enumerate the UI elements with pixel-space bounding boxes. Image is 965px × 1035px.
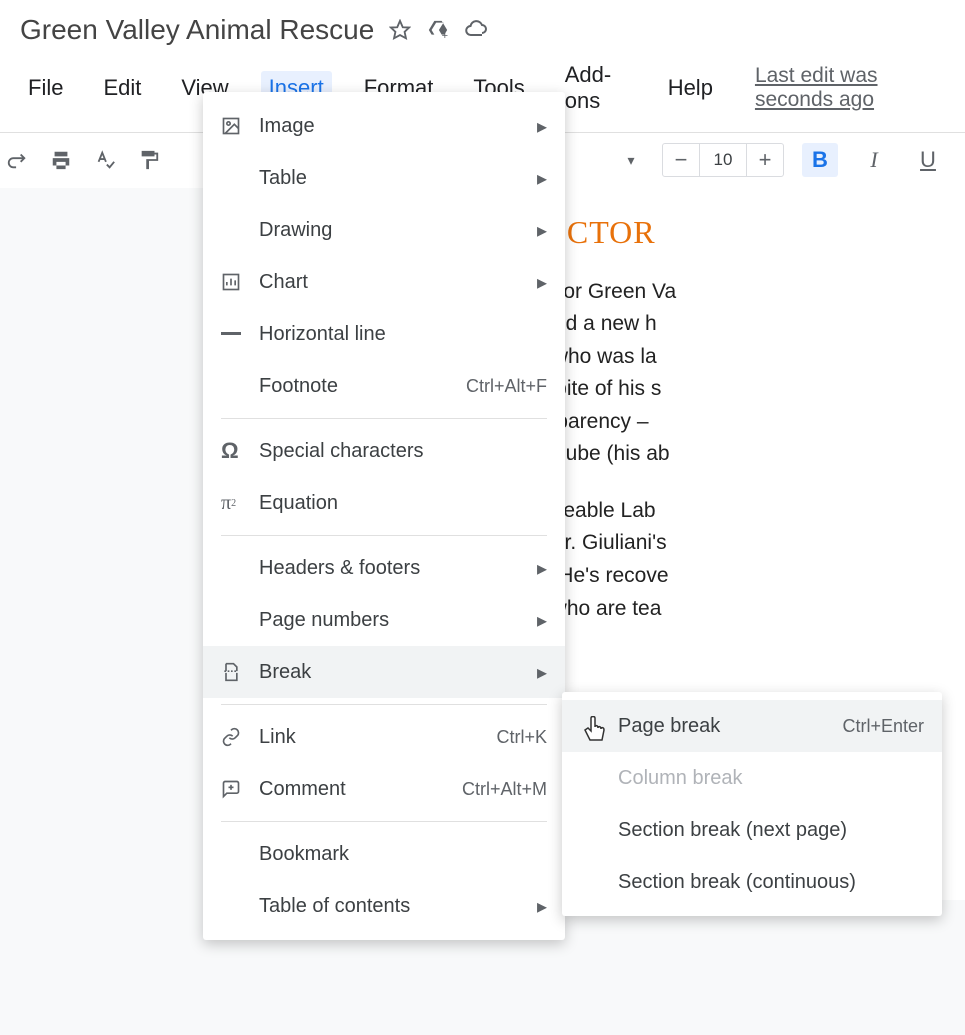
insert-horizontal-line[interactable]: Horizontal line (203, 308, 565, 360)
redo-icon[interactable] (4, 147, 30, 173)
insert-image[interactable]: Image ▸ (203, 100, 565, 152)
spellcheck-icon[interactable] (92, 147, 118, 173)
omega-icon: Ω (221, 438, 259, 464)
italic-button[interactable]: I (856, 143, 892, 177)
submenu-arrow-icon: ▸ (537, 556, 547, 581)
insert-headers-footers[interactable]: Headers & footers ▸ (203, 542, 565, 594)
break-column: Column break (562, 752, 942, 804)
insert-table[interactable]: Table ▸ (203, 152, 565, 204)
move-to-drive-icon[interactable]: + (426, 18, 450, 42)
menu-file[interactable]: File (20, 71, 71, 105)
document-title[interactable]: Green Valley Animal Rescue (20, 14, 374, 46)
insert-page-numbers[interactable]: Page numbers ▸ (203, 594, 565, 646)
insert-bookmark[interactable]: Bookmark (203, 828, 565, 880)
insert-break[interactable]: Break ▸ (203, 646, 565, 698)
insert-special-characters[interactable]: Ω Special characters (203, 425, 565, 477)
insert-link[interactable]: Link Ctrl+K (203, 711, 565, 763)
font-dropdown-caret-icon[interactable]: ▾ (618, 147, 644, 173)
chart-icon (221, 272, 259, 292)
break-section-next-page[interactable]: Section break (next page) (562, 804, 942, 856)
cloud-status-icon[interactable] (464, 18, 488, 42)
break-page[interactable]: Page break Ctrl+Enter (562, 700, 942, 752)
horizontal-line-icon (221, 332, 259, 336)
submenu-arrow-icon: ▸ (537, 894, 547, 919)
insert-equation[interactable]: π2 Equation (203, 477, 565, 529)
image-icon (221, 116, 259, 136)
menu-separator (221, 821, 547, 822)
last-edit-link[interactable]: Last edit was seconds ago (755, 64, 945, 112)
menu-separator (221, 704, 547, 705)
font-size-value[interactable]: 10 (699, 144, 747, 176)
menu-help[interactable]: Help (660, 71, 721, 105)
insert-comment[interactable]: Comment Ctrl+Alt+M (203, 763, 565, 815)
submenu-arrow-icon: ▸ (537, 166, 547, 191)
insert-table-of-contents[interactable]: Table of contents ▸ (203, 880, 565, 932)
break-section-continuous[interactable]: Section break (continuous) (562, 856, 942, 908)
svg-text:+: + (442, 30, 448, 41)
menu-edit[interactable]: Edit (95, 71, 149, 105)
submenu-arrow-icon: ▸ (537, 660, 547, 685)
insert-chart[interactable]: Chart ▸ (203, 256, 565, 308)
submenu-arrow-icon: ▸ (537, 608, 547, 633)
underline-button[interactable]: U (910, 143, 946, 177)
paint-format-icon[interactable] (136, 147, 162, 173)
break-submenu: Page break Ctrl+Enter Column break Secti… (562, 692, 942, 916)
insert-footnote[interactable]: Footnote Ctrl+Alt+F (203, 360, 565, 412)
menu-addons[interactable]: Add-ons (557, 58, 636, 118)
insert-menu-dropdown: Image ▸ Table ▸ Drawing ▸ Chart ▸ Horizo… (203, 92, 565, 940)
menu-separator (221, 535, 547, 536)
star-icon[interactable] (388, 18, 412, 42)
submenu-arrow-icon: ▸ (537, 114, 547, 139)
font-size-decrease[interactable]: − (663, 147, 699, 173)
bold-button[interactable]: B (802, 143, 838, 177)
document-header: Green Valley Animal Rescue + (0, 0, 965, 46)
page-break-icon (221, 662, 259, 682)
submenu-arrow-icon: ▸ (537, 218, 547, 243)
link-icon (221, 727, 259, 747)
pi-icon: π2 (221, 492, 259, 515)
insert-drawing[interactable]: Drawing ▸ (203, 204, 565, 256)
font-size-control: − 10 + (662, 143, 784, 177)
submenu-arrow-icon: ▸ (537, 270, 547, 295)
menu-separator (221, 418, 547, 419)
font-size-increase[interactable]: + (747, 147, 783, 173)
print-icon[interactable] (48, 147, 74, 173)
comment-icon (221, 779, 259, 799)
